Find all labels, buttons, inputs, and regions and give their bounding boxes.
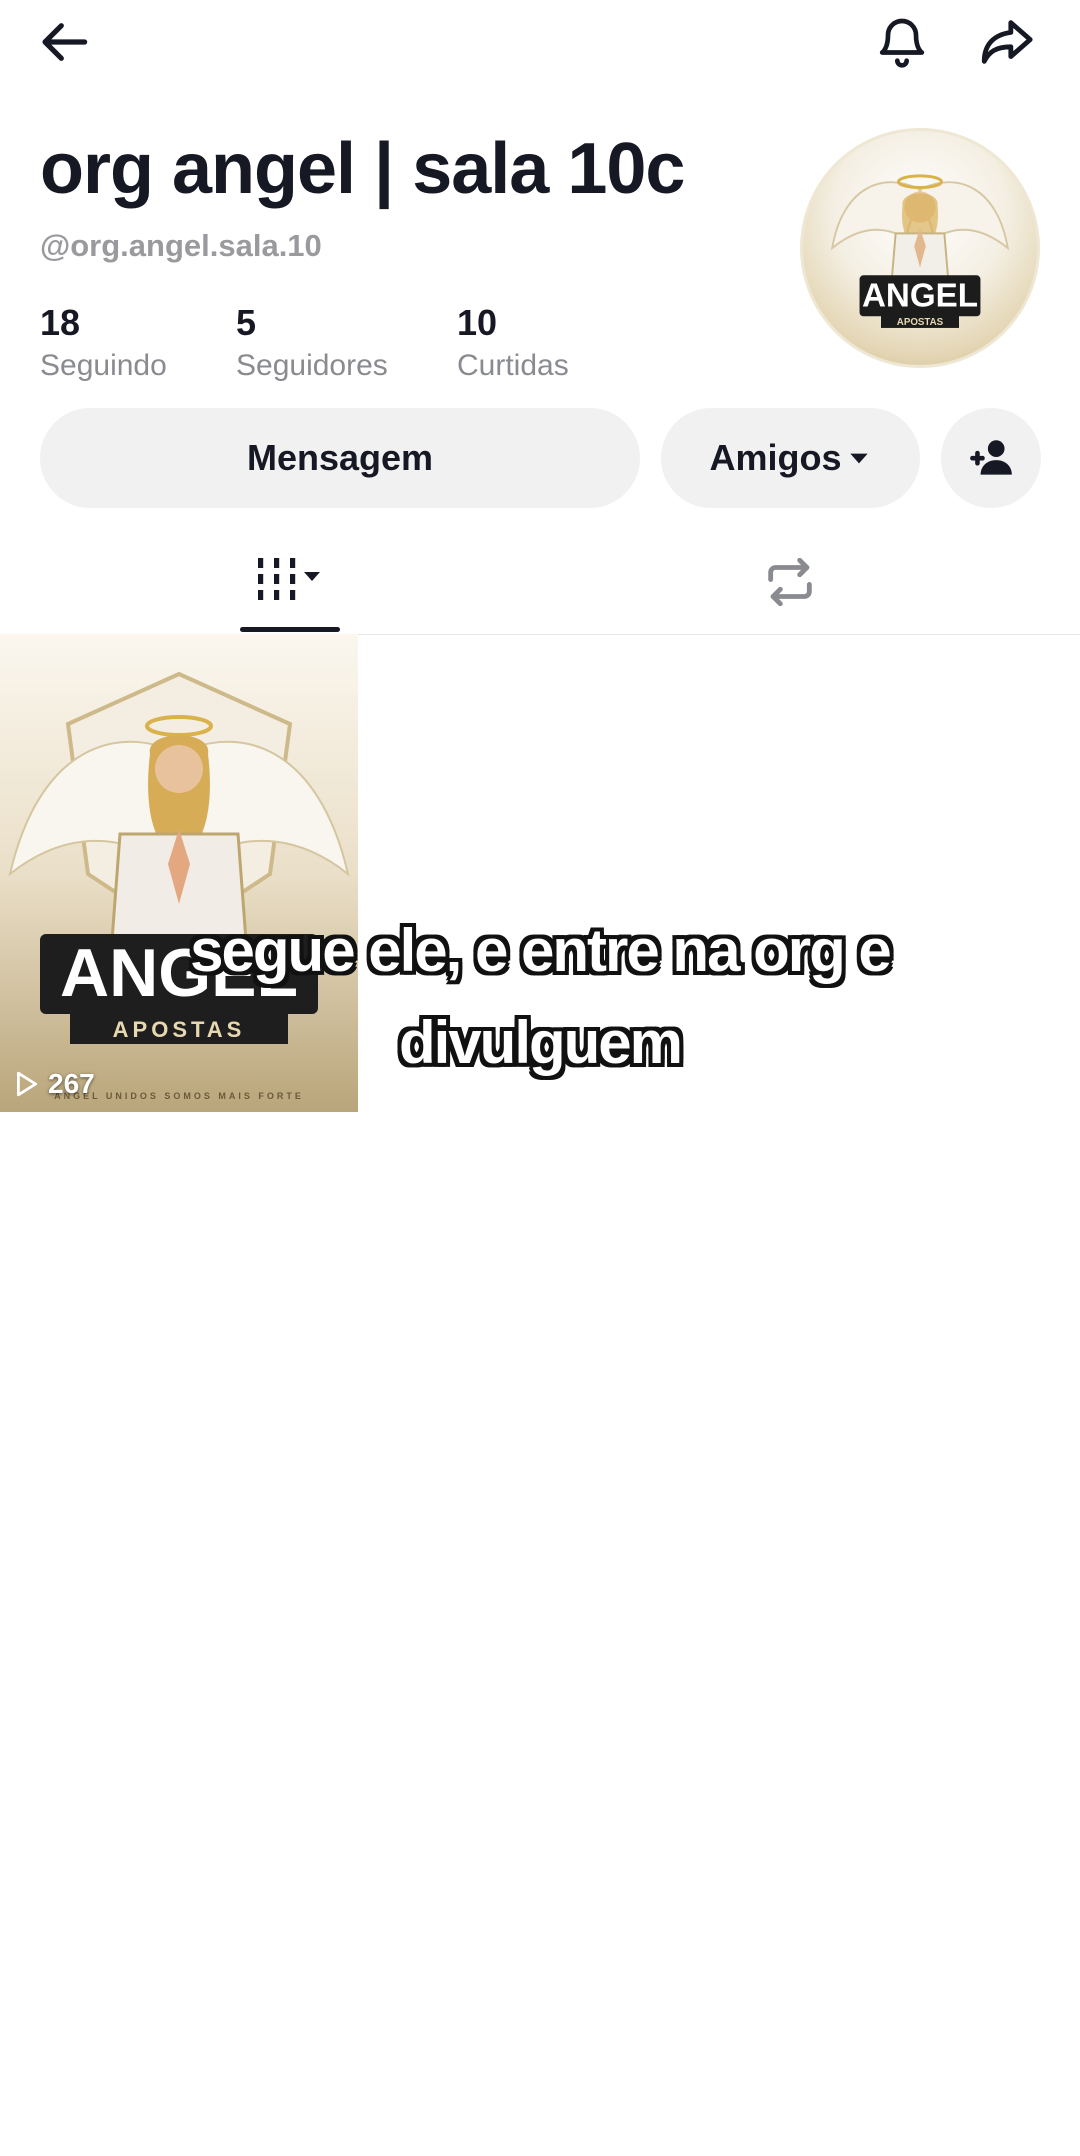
stat-following[interactable]: 18 Seguindo [40, 300, 167, 386]
stat-label: Curtidas [457, 349, 569, 382]
caption-line-2: divulguem [398, 1009, 683, 1076]
stat-likes[interactable]: 10 Curtidas [457, 300, 569, 386]
active-tab-indicator [240, 627, 340, 632]
caret-down-icon [849, 453, 868, 464]
tab-videos[interactable] [240, 550, 340, 610]
tab-reposts[interactable] [750, 550, 830, 614]
stat-value: 5 [236, 302, 257, 343]
add-friend-button[interactable] [941, 408, 1041, 508]
angel-logo-image: ANGEL APOSTAS [830, 174, 1010, 328]
stat-label: Seguindo [40, 349, 167, 382]
share-button[interactable] [974, 10, 1038, 74]
friends-button[interactable]: Amigos [661, 408, 920, 508]
avatar-logo-subtext: APOSTAS [897, 317, 944, 328]
username: @org.angel.sala.10 [40, 228, 322, 263]
stat-value: 18 [40, 302, 81, 343]
stat-value: 10 [457, 302, 498, 343]
back-arrow-icon [42, 23, 88, 61]
grid-icon [258, 558, 320, 600]
avatar[interactable]: ANGEL APOSTAS [800, 128, 1040, 368]
avatar-logo-text: ANGEL [862, 278, 978, 315]
repost-icon [768, 557, 812, 607]
bell-icon [879, 18, 925, 68]
add-user-icon [970, 440, 1012, 475]
stat-label: Seguidores [236, 349, 388, 382]
share-icon [981, 20, 1033, 64]
friends-label: Amigos [709, 437, 842, 478]
overlay-caption: segue ele, e entre na org e divulguem [0, 905, 1080, 1089]
profile-tab-bar [0, 520, 1080, 635]
back-button[interactable] [34, 10, 98, 74]
notification-button[interactable] [870, 10, 934, 74]
message-button[interactable]: Mensagem [40, 408, 640, 508]
display-name: org angel | sala 10c [40, 129, 685, 209]
stat-followers[interactable]: 5 Seguidores [236, 300, 388, 386]
caption-line-1: segue ele, e entre na org e [190, 917, 892, 984]
